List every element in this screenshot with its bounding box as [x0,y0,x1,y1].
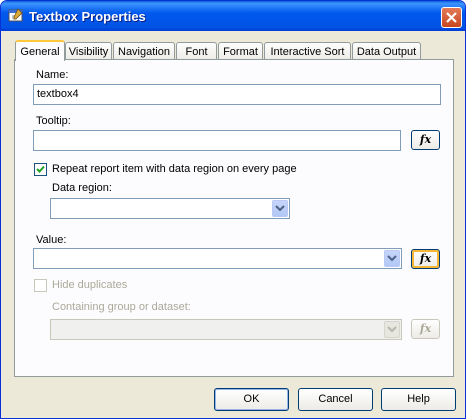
tab-navigation[interactable]: Navigation [113,42,175,60]
title-bar[interactable]: Textbox Properties [1,1,465,31]
tab-interactive-sort[interactable]: Interactive Sort [264,42,351,60]
fx-icon: fx [419,252,432,265]
ok-button[interactable]: OK [214,388,289,411]
tab-data-output[interactable]: Data Output [352,42,421,60]
tab-general[interactable]: General [15,40,65,61]
chevron-down-icon[interactable] [384,250,400,267]
value-expression-button[interactable]: fx [411,249,440,269]
tab-format[interactable]: Format [218,42,263,60]
data-region-label: Data region: [52,182,112,194]
value-dropdown[interactable] [33,248,402,269]
dialog-title: Textbox Properties [29,9,146,24]
tooltip-label: Tooltip: [36,115,71,127]
cancel-button[interactable]: Cancel [298,388,373,411]
repeat-label: Repeat report item with data region on e… [52,163,297,175]
tooltip-expression-button[interactable]: fx [411,130,440,150]
tooltip-field[interactable] [33,130,401,151]
name-label: Name: [36,69,69,81]
data-region-dropdown[interactable] [50,198,290,219]
dialog-window: Textbox Properties General Visibility Na… [0,0,466,419]
fx-icon: fx [419,322,432,335]
chevron-down-icon [384,321,400,338]
tab-visibility[interactable]: Visibility [65,42,112,60]
value-label: Value: [36,234,67,246]
fx-icon: fx [419,133,432,146]
hide-duplicates-label: Hide duplicates [52,279,128,291]
tab-font[interactable]: Font [176,42,217,60]
help-button[interactable]: Help [381,388,456,411]
properties-window-icon [8,8,24,23]
name-field[interactable]: textbox4 [33,84,441,105]
hide-duplicates-checkbox[interactable] [34,279,47,292]
containing-group-label: Containing group or dataset: [52,301,191,313]
containing-group-expression-button[interactable]: fx [411,319,440,339]
containing-group-dropdown[interactable] [50,319,402,340]
chevron-down-icon[interactable] [272,200,288,217]
close-button[interactable] [441,7,462,28]
repeat-checkbox[interactable] [34,163,47,176]
